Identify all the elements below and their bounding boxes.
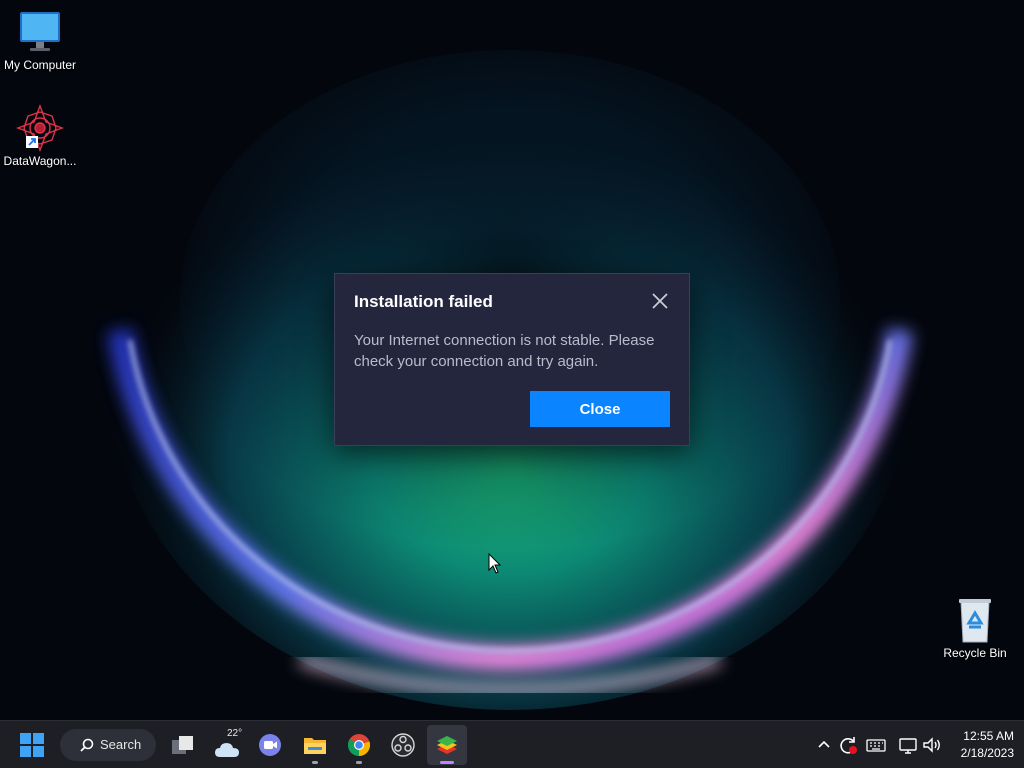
dialog-title: Installation failed	[354, 292, 493, 311]
clock-time: 12:55 AM	[963, 729, 1014, 743]
task-view-icon	[172, 736, 193, 754]
bluestacks-icon	[437, 736, 457, 754]
monitor-icon	[16, 8, 64, 56]
chat-button[interactable]	[250, 725, 290, 765]
show-hidden-icons-chevron-up-icon[interactable]	[812, 733, 836, 757]
close-icon[interactable]	[649, 290, 671, 312]
desktop-icon-my-computer[interactable]: My Computer	[0, 8, 80, 72]
cloud-icon	[215, 743, 239, 757]
bluestacks-button[interactable]	[427, 725, 467, 765]
chrome-button[interactable]	[339, 725, 379, 765]
volume-icon[interactable]	[920, 733, 944, 757]
file-explorer-button[interactable]	[295, 725, 335, 765]
running-indicator	[312, 761, 318, 764]
search-label: Search	[100, 737, 142, 752]
windows-logo-icon	[20, 733, 44, 757]
desktop-icon-label: Recycle Bin	[943, 646, 1007, 660]
obs-studio-button[interactable]	[383, 725, 423, 765]
datawagon-shortcut-icon	[16, 104, 64, 152]
taskbar: Search 22° 12:55 AM 2/18/2023	[0, 720, 1024, 768]
mouse-cursor-icon	[488, 553, 502, 574]
desktop: My Computer DataWagon... Recycle Bin Ins…	[0, 0, 1024, 720]
desktop-icon-datawagon[interactable]: DataWagon...	[0, 104, 80, 168]
chrome-icon	[348, 734, 371, 757]
system-clock[interactable]: 12:55 AM 2/18/2023	[950, 728, 1014, 762]
search-icon	[80, 738, 94, 752]
folder-icon	[304, 738, 326, 754]
desktop-icon-label: My Computer	[3, 58, 77, 72]
recycle-bin-icon	[951, 596, 999, 644]
network-icon[interactable]	[896, 733, 920, 757]
keyboard-icon[interactable]	[864, 733, 888, 757]
chat-camera-icon	[259, 734, 281, 756]
clock-date: 2/18/2023	[960, 746, 1014, 760]
installation-failed-dialog: Installation failed Your Internet connec…	[334, 273, 690, 446]
sync-alert-icon[interactable]	[836, 733, 860, 757]
obs-icon	[391, 733, 415, 757]
desktop-icon-label: DataWagon...	[3, 154, 77, 168]
weather-widget-button[interactable]: 22°	[207, 725, 247, 765]
start-button[interactable]	[12, 725, 52, 765]
active-indicator	[440, 761, 454, 764]
running-indicator	[356, 761, 362, 764]
desktop-icon-recycle-bin[interactable]: Recycle Bin	[935, 596, 1015, 660]
taskbar-search-box[interactable]: Search	[60, 729, 156, 761]
close-button[interactable]: Close	[530, 391, 670, 427]
dialog-message: Your Internet connection is not stable. …	[354, 332, 655, 370]
task-view-button[interactable]	[163, 725, 203, 765]
